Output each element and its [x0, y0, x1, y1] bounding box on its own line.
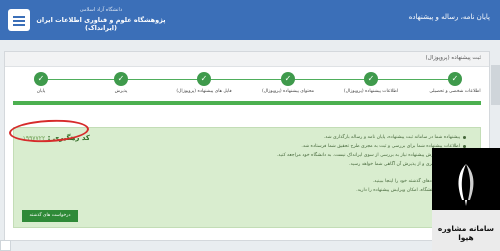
wizard-step-label: پایان	[36, 89, 46, 94]
check-icon: ✓	[364, 72, 378, 86]
check-icon: ✓	[197, 72, 211, 86]
side-collapse-handle[interactable]	[491, 65, 500, 105]
wizard-step-info[interactable]: ✓ اطلاعات پیشنهاده (پروپوزال)	[331, 70, 411, 94]
check-icon: ✓	[114, 72, 128, 86]
feather-pen-icon	[458, 164, 474, 206]
list-item: از استفاده پذیرش پیشنهاده نیاز به بررسی …	[106, 151, 466, 160]
brand: دانشگاه آزاد اسلامی پژوهشگاه علوم و فناو…	[36, 7, 166, 32]
check-icon: ✓	[448, 72, 462, 86]
header-bar: دانشگاه آزاد اسلامی پژوهشگاه علوم و فناو…	[0, 0, 500, 40]
panel-heading: ثبت پیشنهاده (پروپوزال)	[425, 55, 481, 61]
list-item: فهرست پیشنهادهای گذشته خود را اینجا ببین…	[106, 177, 466, 186]
page-title: پایان نامه، رساله و پیشنهاده	[408, 13, 490, 21]
wizard-step-personal[interactable]: ✓ اطلاعات شخصی و تحصیلی	[415, 70, 495, 94]
past-requests-button[interactable]: درخواست های گذشته	[22, 210, 78, 222]
wizard-step-label: پذیرش	[114, 89, 128, 94]
brand-line-2: پژوهشگاه علوم و فناوری اطلاعات ایران (ای…	[36, 16, 166, 32]
list-item: پیشنهاده شما در سامانه ثبت پیشنهاده، پای…	[106, 133, 466, 142]
wizard-step-label: اطلاعات پیشنهاده (پروپوزال)	[343, 89, 399, 94]
corner-thumbnail	[0, 240, 11, 251]
menu-icon[interactable]	[8, 9, 30, 31]
wizard-step-files[interactable]: ✓ فایل های پیشنهاده (پروپوزال)	[164, 70, 244, 94]
progress-bar	[13, 101, 481, 105]
list-item: اطلاعات پیشنهاده شما برای بررسی و ثبت به…	[106, 142, 466, 151]
wizard-step-finish[interactable]: ✓ پایان	[1, 70, 81, 94]
list-item: دانشگاه را پیگیری و از پذیرش آن آگاهی شم…	[106, 160, 466, 169]
watermark-text: سامانه مشاوره هیوا	[437, 224, 495, 242]
list-item: تا زمان تایید دانشگاه، امکان ویرایش پیشن…	[106, 186, 466, 195]
wizard-step-label: محتوای پیشنهاده (پروپوزال)	[261, 89, 315, 94]
message-list: پیشنهاده شما در سامانه ثبت پیشنهاده، پای…	[106, 133, 466, 195]
submission-panel: ثبت پیشنهاده (پروپوزال) ✓ اطلاعات شخصی و…	[4, 51, 490, 241]
app-window: دانشگاه آزاد اسلامی پژوهشگاه علوم و فناو…	[0, 0, 500, 251]
wizard-step-accept[interactable]: ✓ پذیرش	[81, 70, 161, 94]
wizard-step-content[interactable]: ✓ محتوای پیشنهاده (پروپوزال)	[248, 70, 328, 94]
check-icon: ✓	[281, 72, 295, 86]
wizard-step-label: فایل های پیشنهاده (پروپوزال)	[176, 89, 232, 94]
check-icon: ✓	[34, 72, 48, 86]
panel-header: ثبت پیشنهاده (پروپوزال)	[5, 52, 489, 67]
brand-line-1: دانشگاه آزاد اسلامی	[79, 7, 123, 13]
wizard-step-label: اطلاعات شخصی و تحصیلی	[429, 89, 481, 94]
success-alert: کد رهگیری : ۱۹۹۷۷۲۲ پیشنهاده شما در ساما…	[13, 127, 481, 228]
